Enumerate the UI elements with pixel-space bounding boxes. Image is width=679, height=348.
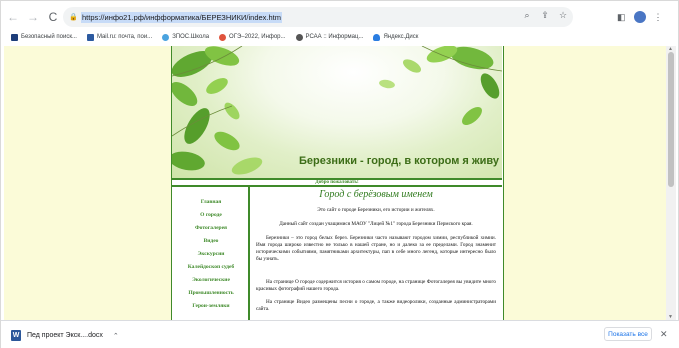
reload-icon[interactable]: C xyxy=(45,9,61,25)
nav-item-kaleidoscope[interactable]: Калейдоскоп судеб xyxy=(172,264,250,270)
nav-item-ecology[interactable]: Экологические xyxy=(172,277,250,283)
zoom-icon[interactable]: ⌕ xyxy=(521,10,533,21)
forward-icon[interactable]: → xyxy=(25,9,41,25)
downloads-bar: W Пед проект Экск....docx ⌃ Показать все… xyxy=(1,320,679,348)
nav-item-about[interactable]: О городе xyxy=(172,212,250,218)
nav-item-industry[interactable]: Промышленность xyxy=(172,290,250,296)
bookmark-item[interactable]: РСАА :: Информац... xyxy=(295,33,363,41)
exam-icon xyxy=(219,33,227,41)
content-title: Город с берёзовым именем xyxy=(319,189,433,200)
nav-item-home[interactable]: Главная xyxy=(172,199,250,205)
paragraph: Это сайт о городе Березники, его истории… xyxy=(317,207,435,213)
paragraph: Данный сайт создан учащимися МАОУ "Лицей… xyxy=(279,221,473,227)
download-file-name[interactable]: Пед проект Экск....docx xyxy=(27,332,103,339)
nav-item-excursions[interactable]: Экскурсии xyxy=(172,251,250,257)
shield-icon xyxy=(11,33,18,41)
banner-title: Березники - город, в котором я живу xyxy=(299,155,500,167)
bookmark-item[interactable]: ОГЭ–2022, Инфор... xyxy=(219,33,286,41)
show-all-button[interactable]: Показать все xyxy=(604,327,652,341)
word-document-icon: W xyxy=(11,330,21,341)
browser-window: ← → C 🔒 https://инфо21.рф/инфформатика/Б… xyxy=(0,0,679,348)
address-bar-actions: ⌕ ⇪ ☆ xyxy=(521,10,569,21)
nav-item-gallery[interactable]: Фотогалерея xyxy=(172,225,250,231)
side-navigation: Главная О городе Фотогалерея Видео Экску… xyxy=(172,187,250,320)
side-panel-icon[interactable]: ◧ xyxy=(617,12,626,23)
globe-icon xyxy=(295,33,303,41)
cloud-icon xyxy=(373,33,381,41)
paragraph: На странице Видео размещены песни о горо… xyxy=(256,299,496,312)
paragraph: На странице О городе содержится история … xyxy=(256,279,496,292)
browser-toolbar: ← → C 🔒 https://инфо21.рф/инфформатика/Б… xyxy=(5,5,676,29)
bookmarks-bar: Безопасный поиск... Mail.ru: почта, пои.… xyxy=(11,31,671,43)
paragraph: Березники – это город белых берез. Берез… xyxy=(256,235,496,262)
url-text[interactable]: https://инфо21.рф/инфформатика/БЕРЕЗНИКИ… xyxy=(81,11,282,23)
address-bar[interactable]: 🔒 https://инфо21.рф/инфформатика/БЕРЕЗНИ… xyxy=(63,7,573,27)
header-banner: Березники - город, в котором я живу xyxy=(172,46,502,178)
lock-icon[interactable]: 🔒 xyxy=(69,13,78,21)
download-item[interactable]: W Пед проект Экск....docx ⌃ xyxy=(11,330,119,341)
profile-avatar-icon[interactable] xyxy=(633,11,646,23)
bookmark-item[interactable]: ЗПОС.Школа xyxy=(162,33,209,41)
vertical-scrollbar[interactable]: ▲ ▼ xyxy=(666,46,676,320)
school-icon xyxy=(162,33,170,41)
menu-dots-icon[interactable]: ⋮ xyxy=(654,12,663,23)
bookmark-item[interactable]: Безопасный поиск... xyxy=(11,33,77,41)
mail-icon xyxy=(86,33,94,41)
welcome-bar: Добро пожаловать! xyxy=(172,178,502,187)
close-icon[interactable]: ✕ xyxy=(660,329,668,340)
bookmark-star-icon[interactable]: ☆ xyxy=(557,10,569,21)
bookmark-item[interactable]: Яндекс.Диск xyxy=(373,33,418,41)
page-viewport: Березники - город, в котором я живу Добр… xyxy=(4,46,666,320)
toolbar-right: ◧ ⋮ xyxy=(617,11,663,23)
back-icon[interactable]: ← xyxy=(5,9,21,25)
nav-item-video[interactable]: Видео xyxy=(172,238,250,244)
chevron-up-icon[interactable]: ⌃ xyxy=(113,332,119,340)
nav-item-heroes[interactable]: Герои-земляки xyxy=(172,303,250,309)
share-icon[interactable]: ⇪ xyxy=(539,10,551,21)
site-container: Березники - город, в котором я живу Добр… xyxy=(171,46,504,320)
scrollbar-thumb[interactable] xyxy=(668,52,674,187)
bookmark-item[interactable]: Mail.ru: почта, пои... xyxy=(86,33,152,41)
